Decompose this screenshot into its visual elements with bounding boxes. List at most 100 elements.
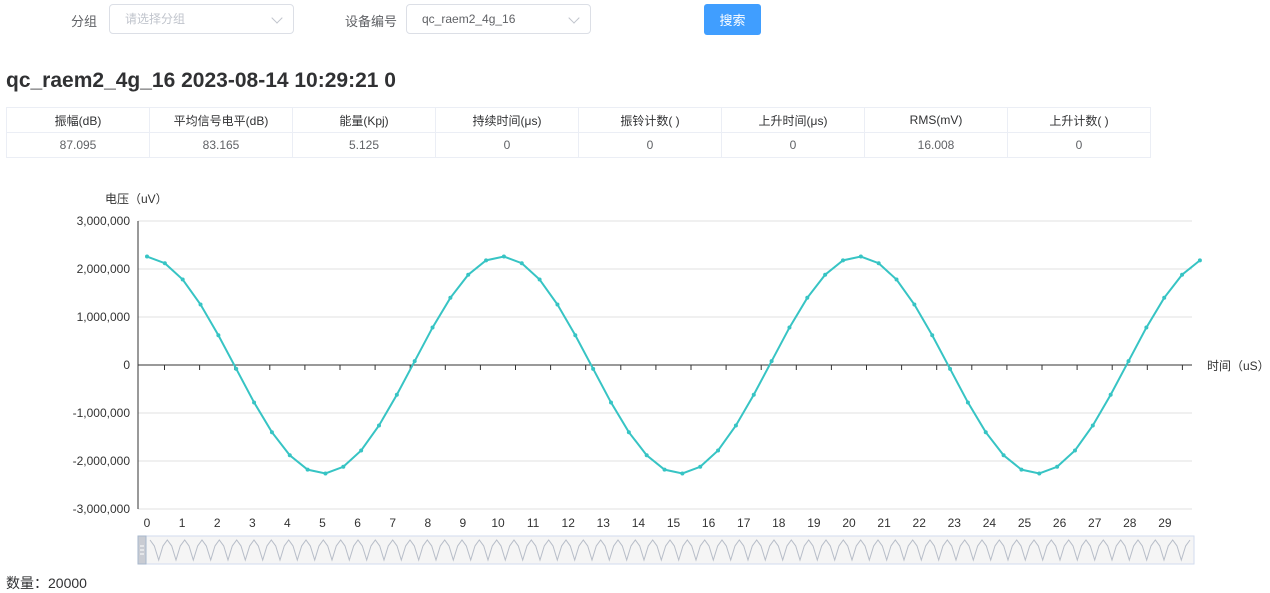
x-tick-label: 5 [319,516,326,530]
x-tick-label: 26 [1053,516,1067,530]
stats-value-cell: 83.165 [149,132,293,158]
data-point [823,272,828,277]
y-tick-label: -1,000,000 [73,406,131,420]
data-point [466,272,471,277]
stats-value-cell: 16.008 [864,132,1008,158]
y-tick-label: 2,000,000 [77,262,131,276]
stats-header-cell: 上升计数( ) [1007,107,1151,133]
x-tick-label: 0 [144,516,151,530]
stats-value-cell: 0 [435,132,579,158]
data-point [234,366,239,371]
data-point [591,366,596,371]
stats-value-row: 87.095 83.165 5.125 0 0 0 16.008 0 [6,132,1151,158]
data-point [287,453,292,458]
x-tick-label: 7 [389,516,396,530]
x-tick-label: 13 [597,516,611,530]
data-point [608,400,613,405]
x-tick-label: 21 [877,516,891,530]
data-point [1144,325,1149,330]
x-tick-label: 9 [460,516,467,530]
data-point [555,302,560,307]
data-point [501,254,506,259]
data-point [198,302,203,307]
data-point [1072,448,1077,453]
data-point [252,400,257,405]
search-button[interactable]: 搜索 [704,4,761,35]
x-tick-label: 19 [807,516,821,530]
data-point [965,400,970,405]
data-point [269,430,274,435]
x-tick-label: 20 [842,516,856,530]
stats-header-cell: 振幅(dB) [6,107,150,133]
x-tick-label: 22 [913,516,927,530]
x-tick-label: 27 [1088,516,1102,530]
data-point [216,333,221,338]
data-point [876,261,881,266]
x-tick-label: 1 [179,516,186,530]
chevron-down-icon [271,12,283,24]
x-axis: 0 1 2 3 4 5 6 7 8 9 10 11 12 13 14 15 16 17 18 19 20 21 22 23 24… [138,364,1192,530]
data-point [1001,453,1006,458]
data-point [698,464,703,469]
data-point [1037,471,1042,476]
x-tick-label: 6 [354,516,361,530]
y-tick-label: -2,000,000 [73,454,131,468]
data-zoom-slider[interactable] [137,535,1195,565]
x-tick-label: 11 [527,516,540,530]
x-tick-label: 10 [491,516,505,530]
data-point [323,471,328,476]
group-select[interactable]: 请选择分组 [109,4,294,34]
data-point [341,464,346,469]
x-tick-label: 14 [632,516,646,530]
x-tick-label: 28 [1123,516,1137,530]
x-tick-label: 29 [1158,516,1172,530]
data-point [162,261,167,266]
stats-header-cell: 持续时间(μs) [435,107,579,133]
data-point [662,467,667,472]
data-point [376,423,381,428]
device-label: 设备编号 [345,14,398,29]
y-tick-label: 0 [123,358,130,372]
y-tick-label: 3,000,000 [77,214,131,228]
x-tick-label: 16 [702,516,716,530]
chevron-down-icon [568,12,580,24]
x-tick-label: 2 [214,516,221,530]
data-point [769,359,774,364]
data-point [430,325,435,330]
data-point [484,258,489,263]
data-point [1180,272,1185,277]
data-point [680,471,685,476]
x-tick-label: 4 [284,516,291,530]
x-tick-label: 23 [948,516,962,530]
data-point [537,277,542,282]
data-point [573,333,578,338]
zoom-track[interactable] [137,535,1195,565]
stats-value-cell: 0 [1007,132,1151,158]
y-axis-label: 电压（uV） [105,192,168,206]
count-label: 数量：20000 [6,575,87,591]
x-tick-label: 15 [667,516,681,530]
stats-header-row: 振幅(dB) 平均信号电平(dB) 能量(Kpj) 持续时间(μs) 振铃计数(… [6,107,1151,133]
device-select[interactable]: qc_raem2_4g_16 [406,4,591,34]
stats-value-cell: 0 [578,132,722,158]
x-tick-label: 8 [424,516,431,530]
data-point [840,258,845,263]
data-point [1162,295,1167,300]
data-point [145,254,149,259]
data-point [858,254,863,259]
device-select-value: qc_raem2_4g_16 [422,12,516,26]
data-point [1055,464,1060,469]
data-point [1197,258,1202,263]
data-point [787,325,792,330]
data-point [733,423,738,428]
stats-table: 振幅(dB) 平均信号电平(dB) 能量(Kpj) 持续时间(μs) 振铃计数(… [6,107,1151,158]
x-axis-label: 时间（uS） [1207,359,1270,373]
x-tick-label: 25 [1018,516,1032,530]
y-axis-ticks: 3,000,000 2,000,000 1,000,000 0 -1,000,000 -2… [73,214,139,516]
data-point [1126,359,1131,364]
data-point [412,359,417,364]
data-point [805,295,810,300]
waveform-chart[interactable]: 电压（uV） 时间（uS） 3,000,000 2,000,000 1,000,00… [0,180,1270,570]
data-point [305,467,310,472]
data-point [930,333,935,338]
